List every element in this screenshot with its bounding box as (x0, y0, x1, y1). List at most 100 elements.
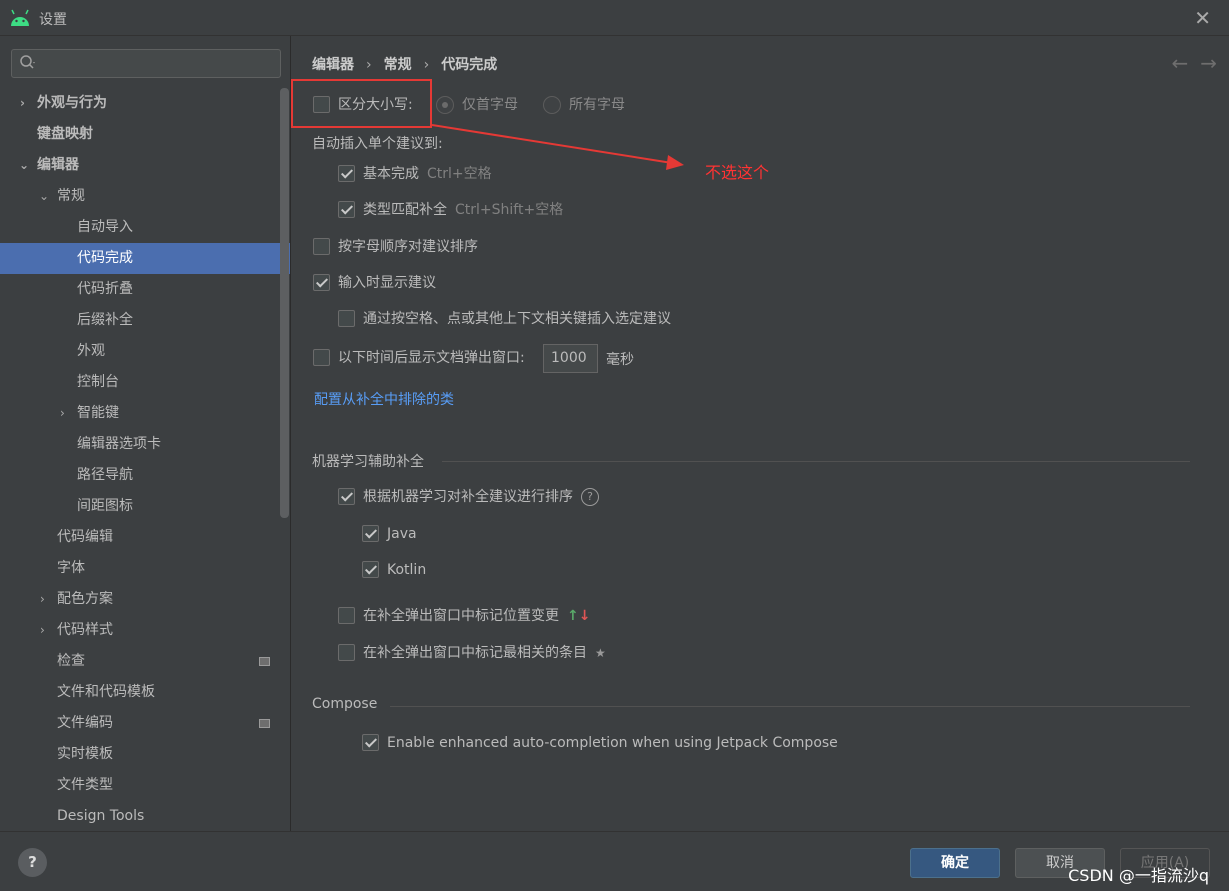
sidebar-item-label: 代码样式 (57, 622, 113, 638)
ml-section-title: 机器学习辅助补全 (312, 454, 424, 470)
settings-content: 编辑器 › 常规 › 代码完成 ← → 区分大小写: 仅首字母 所有字母 自动插入单个建议… (292, 36, 1229, 831)
checkbox-box[interactable] (362, 561, 379, 578)
exclude-classes-link[interactable]: 配置从补全中排除的类 (314, 389, 454, 409)
history-nav: ← → (1159, 51, 1217, 75)
breadcrumb-general[interactable]: 常规 (384, 57, 412, 73)
sidebar-item-smart-keys[interactable]: › 智能键 (0, 398, 290, 429)
help-icon[interactable]: ? (581, 488, 599, 506)
sidebar-item-design-tools[interactable]: Design Tools (0, 801, 290, 831)
section-divider (442, 461, 1190, 462)
checkbox-box[interactable] (338, 607, 355, 624)
sidebar-item-color-scheme[interactable]: › 配色方案 (0, 584, 290, 615)
dialog-footer: ? 确定 取消 应用(A) CSDN @一指流沙q (0, 831, 1229, 891)
chevron-down-icon: ⌄ (19, 158, 30, 172)
sidebar-item-general[interactable]: ⌄ 常规 (0, 181, 290, 212)
android-icon (11, 9, 29, 26)
sidebar-item-font[interactable]: 字体 (0, 553, 290, 584)
radio-button[interactable] (543, 96, 561, 114)
checkbox-box[interactable] (313, 238, 330, 255)
auto-insert-heading: 自动插入单个建议到: (312, 136, 443, 152)
sidebar-item-label: 编辑器选项卡 (77, 436, 161, 452)
sidebar-item-code-editing[interactable]: 代码编辑 (0, 522, 290, 553)
checkbox-box[interactable] (338, 644, 355, 661)
checkbox-box[interactable] (338, 165, 355, 182)
sidebar-item-file-encodings[interactable]: 文件编码 (0, 708, 290, 739)
sidebar-item-keymap[interactable]: 键盘映射 (0, 119, 290, 150)
chevron-down-icon: ⌄ (39, 189, 50, 203)
breadcrumb-editor[interactable]: 编辑器 (312, 57, 354, 73)
sidebar-item-editor[interactable]: ⌄ 编辑器 (0, 150, 290, 181)
breadcrumb-code-completion: 代码完成 (441, 57, 498, 73)
sidebar-item-live-templates[interactable]: 实时模板 (0, 739, 290, 770)
sidebar-item-editor-tabs[interactable]: 编辑器选项卡 (0, 429, 290, 460)
close-icon[interactable]: ✕ (1194, 6, 1211, 30)
sidebar-item-label: 控制台 (77, 374, 119, 390)
sidebar-item-label: 间距图标 (77, 498, 133, 514)
breadcrumb-separator: › (366, 57, 372, 73)
sidebar-item-label: 编辑器 (37, 157, 79, 173)
settings-sidebar: › 外观与行为 键盘映射 ⌄ 编辑器 ⌄ 常规 自动导入 代码完成 代码折叠 后… (0, 36, 291, 831)
sidebar-item-label: 实时模板 (57, 746, 113, 762)
checkbox-box[interactable] (362, 734, 379, 751)
doc-popup-unit: 毫秒 (606, 352, 634, 368)
sidebar-item-label: 外观 (77, 343, 105, 359)
sidebar-item-appearance[interactable]: 外观 (0, 336, 290, 367)
annotation-note: 不选这个 (705, 163, 770, 182)
sidebar-item-file-types[interactable]: 文件类型 (0, 770, 290, 801)
chevron-right-icon: › (60, 406, 65, 420)
sidebar-item-label: 键盘映射 (37, 126, 93, 142)
annotation-highlight-box (291, 79, 432, 128)
sidebar-item-label: 后缀补全 (77, 312, 133, 328)
sidebar-item-label: 字体 (57, 560, 85, 576)
sidebar-item-label: 文件和代码模板 (57, 684, 155, 700)
sidebar-item-label: 文件类型 (57, 777, 113, 793)
forward-arrow-icon[interactable]: → (1200, 51, 1217, 75)
arrow-down-icon: ↓ (578, 608, 591, 624)
sidebar-item-label: 代码折叠 (77, 281, 133, 297)
search-input[interactable] (11, 49, 281, 78)
sidebar-item-label: 常规 (57, 188, 85, 204)
ok-button[interactable]: 确定 (910, 848, 1000, 878)
radio-button[interactable] (436, 96, 454, 114)
sidebar-item-label: 代码编辑 (57, 529, 113, 545)
sidebar-item-label: 智能键 (77, 405, 119, 421)
chevron-right-icon: › (40, 592, 45, 606)
breadcrumb: 编辑器 › 常规 › 代码完成 (312, 54, 497, 74)
sidebar-item-label: 代码完成 (77, 250, 133, 266)
doc-popup-delay-input[interactable]: 1000 (543, 344, 598, 373)
sidebar-item-inspections[interactable]: 检查 (0, 646, 290, 677)
help-button[interactable]: ? (18, 848, 47, 877)
checkbox-box[interactable] (338, 488, 355, 505)
checkbox-box[interactable] (338, 310, 355, 327)
sidebar-item-label: 路径导航 (77, 467, 133, 483)
checkbox-box[interactable] (313, 349, 330, 366)
checkbox-box[interactable] (338, 201, 355, 218)
title-bar: 设置 ✕ (0, 0, 1229, 36)
sidebar-item-postfix-completion[interactable]: 后缀补全 (0, 305, 290, 336)
project-scope-icon (259, 719, 270, 728)
sidebar-item-breadcrumbs[interactable]: 路径导航 (0, 460, 290, 491)
sidebar-item-label: Design Tools (57, 808, 145, 824)
back-arrow-icon[interactable]: ← (1171, 51, 1188, 75)
chevron-right-icon: › (40, 623, 45, 637)
window-title: 设置 (39, 12, 67, 28)
checkbox-box[interactable] (313, 274, 330, 291)
watermark: CSDN @一指流沙q (1068, 866, 1209, 885)
chevron-right-icon: › (20, 96, 25, 110)
compose-section-title: Compose (312, 696, 378, 712)
checkbox-box[interactable] (362, 525, 379, 542)
sidebar-scrollbar[interactable] (280, 88, 289, 518)
sidebar-item-code-completion[interactable]: 代码完成 (0, 243, 290, 274)
sidebar-item-code-style[interactable]: › 代码样式 (0, 615, 290, 646)
search-icon (20, 55, 35, 69)
arrow-up-icon: ↑ (567, 608, 579, 624)
sidebar-item-label: 自动导入 (77, 219, 133, 235)
sidebar-item-gutter-icons[interactable]: 间距图标 (0, 491, 290, 522)
sidebar-item-code-folding[interactable]: 代码折叠 (0, 274, 290, 305)
sidebar-item-auto-import[interactable]: 自动导入 (0, 212, 290, 243)
project-scope-icon (259, 657, 270, 666)
sidebar-item-appearance-behavior[interactable]: › 外观与行为 (0, 88, 290, 119)
sidebar-item-console[interactable]: 控制台 (0, 367, 290, 398)
sidebar-item-label: 配色方案 (57, 591, 113, 607)
sidebar-item-file-templates[interactable]: 文件和代码模板 (0, 677, 290, 708)
